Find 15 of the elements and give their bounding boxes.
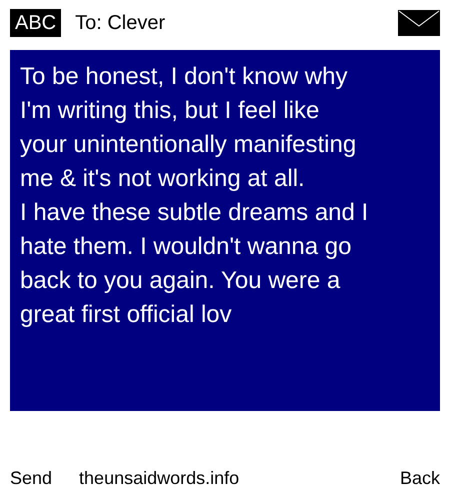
message-line: your unintentionally manifesting xyxy=(20,130,356,160)
recipient-label: To: Clever xyxy=(75,11,166,36)
back-softkey[interactable]: Back xyxy=(400,464,440,492)
website-label: theunsaidwords.info xyxy=(79,466,240,490)
message-line: me & it's not working at all. xyxy=(20,164,305,194)
message-area[interactable] xyxy=(10,50,440,411)
message-line: great first official lov xyxy=(20,300,232,330)
envelope-icon xyxy=(398,10,440,36)
message-line: To be honest, I don't know why xyxy=(20,62,348,92)
input-mode-badge: ABC xyxy=(10,9,62,37)
send-softkey[interactable]: Send xyxy=(10,464,52,492)
message-line: hate them. I wouldn't wanna go xyxy=(20,232,352,262)
message-line: I have these subtle dreams and I xyxy=(20,198,368,228)
message-line: back to you again. You were a xyxy=(20,266,340,296)
message-line: I'm writing this, but I feel like xyxy=(20,96,320,126)
